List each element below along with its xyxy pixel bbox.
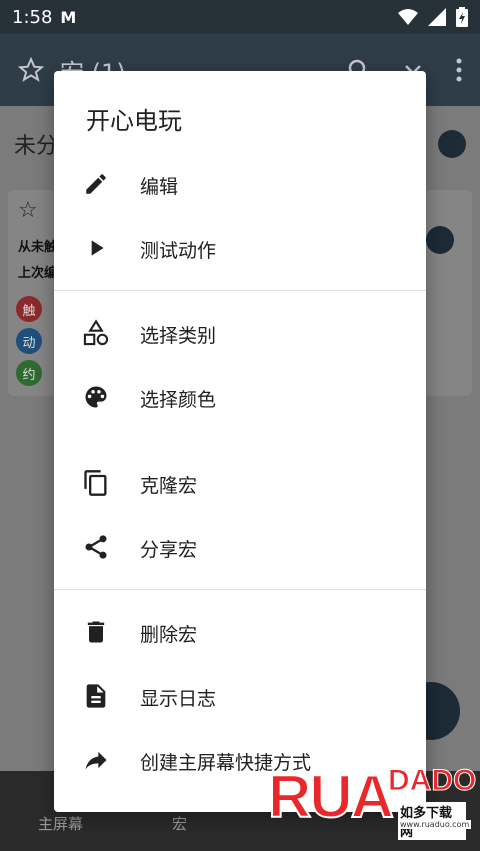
more-vert-icon[interactable]	[456, 58, 462, 82]
divider	[54, 290, 426, 291]
menu-item-select-color[interactable]: 选择颜色	[54, 367, 426, 427]
forward-arrow-icon	[82, 746, 110, 774]
battery-icon	[456, 7, 468, 27]
menu-item-test-actions[interactable]: 测试动作	[54, 218, 426, 278]
document-icon	[82, 682, 110, 710]
action-chip: 动	[16, 328, 42, 354]
star-outline-icon[interactable]: ☆	[18, 198, 38, 223]
tab-macros[interactable]: 宏	[172, 813, 187, 834]
menu-item-show-log[interactable]: 显示日志	[54, 666, 426, 726]
watermark-logo: RUA DADO 如多下载网 www.ruaduo.com	[266, 752, 477, 840]
status-time: 1:58	[12, 6, 53, 28]
menu-item-share-macro[interactable]: 分享宏	[54, 517, 426, 577]
notification-app-icon: M	[60, 7, 77, 27]
category-label: 未分	[14, 134, 59, 159]
watermark-brand-right: DADO	[387, 764, 477, 798]
card-status-line: 从未触	[18, 240, 58, 255]
share-icon	[82, 533, 110, 561]
menu-item-delete-macro[interactable]: 删除宏	[54, 602, 426, 662]
menu-item-label: 选择颜色	[140, 389, 217, 411]
card-edited-line: 上次编	[18, 266, 58, 281]
menu-item-label: 克隆宏	[140, 475, 198, 497]
copy-icon	[82, 469, 110, 497]
status-bar: 1:58 M	[0, 0, 480, 34]
status-icons	[398, 7, 468, 27]
menu-item-label: 测试动作	[140, 240, 217, 262]
menu-item-label: 编辑	[140, 176, 179, 198]
menu-item-select-category[interactable]: 选择类别	[54, 303, 426, 363]
play-icon	[82, 234, 110, 262]
macro-options-dialog: 开心电玩 编辑 测试动作 选择类别 选择颜色 克隆宏 分享宏 删除宏 显示日志 …	[54, 71, 426, 812]
watermark-url: www.ruaduo.com	[398, 820, 472, 829]
constraint-chip: 约	[16, 360, 42, 386]
trash-icon	[82, 618, 110, 646]
pencil-icon	[82, 170, 110, 198]
macro-enable-toggle[interactable]	[426, 226, 454, 254]
menu-item-label: 删除宏	[140, 624, 198, 646]
trigger-chip: 触	[16, 296, 42, 322]
signal-icon	[428, 8, 446, 26]
menu-item-label: 选择类别	[140, 325, 217, 347]
star-outline-icon[interactable]	[18, 57, 44, 83]
tab-home[interactable]: 主屏幕	[38, 813, 83, 834]
wifi-icon	[398, 9, 418, 25]
dialog-title: 开心电玩	[86, 107, 182, 135]
menu-item-clone-macro[interactable]: 克隆宏	[54, 453, 426, 513]
menu-item-edit[interactable]: 编辑	[54, 154, 426, 214]
menu-item-label: 分享宏	[140, 539, 198, 561]
palette-icon	[82, 383, 110, 411]
menu-item-label: 显示日志	[140, 688, 217, 710]
divider	[54, 589, 426, 590]
category-icon	[82, 319, 110, 347]
watermark-brand-left: RUA	[267, 762, 395, 831]
category-toggle[interactable]	[438, 130, 466, 158]
